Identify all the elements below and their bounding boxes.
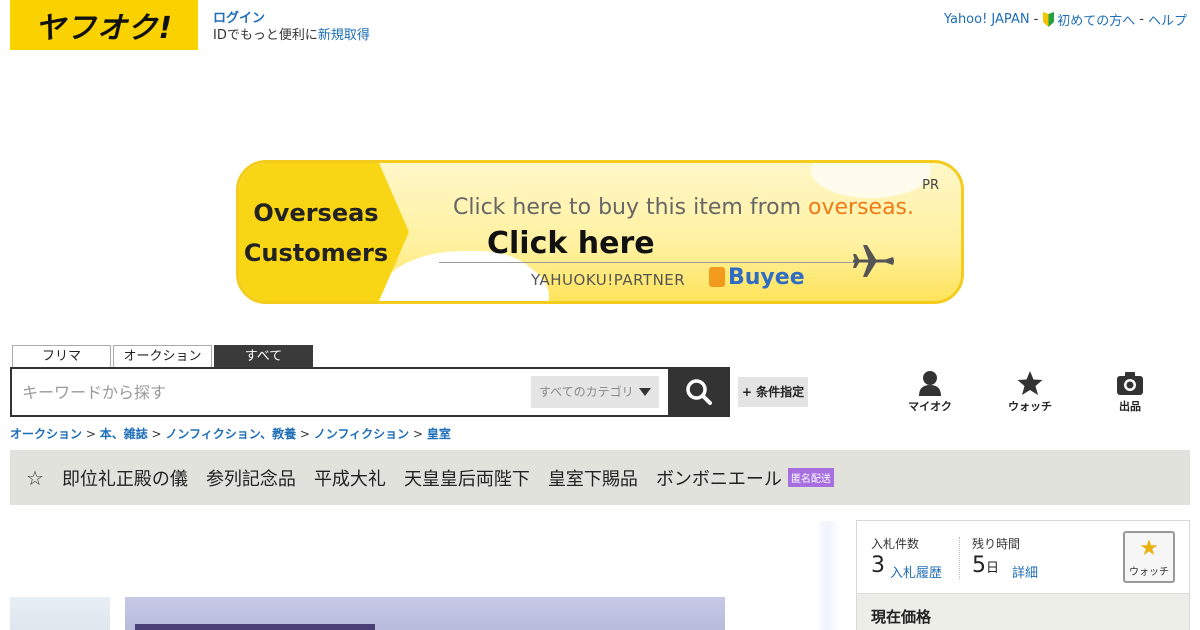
- separator: -: [1139, 12, 1144, 27]
- breadcrumb: オークション > 本、雑誌 > ノンフィクション、教養 > ノンフィクション >…: [10, 427, 451, 441]
- login-link[interactable]: ログイン: [213, 11, 265, 26]
- watch-list-label: ウォッチ: [1008, 400, 1052, 413]
- breadcrumb-item[interactable]: ノンフィクション: [314, 427, 409, 441]
- banner-headline-highlight: overseas.: [808, 195, 915, 220]
- item-thumbnail[interactable]: [10, 597, 110, 630]
- star-outline-icon[interactable]: ☆: [26, 466, 44, 490]
- banner-cta[interactable]: Click here: [487, 226, 655, 261]
- tag-link[interactable]: 天皇皇后両陛下: [404, 465, 530, 491]
- cloud-decoration: [811, 163, 931, 198]
- breadcrumb-item[interactable]: オークション: [10, 427, 82, 441]
- my-auction-label: マイオク: [908, 400, 952, 413]
- search-icon: [686, 379, 712, 405]
- current-price-header: 現在価格: [857, 593, 1189, 630]
- category-select[interactable]: すべてのカテゴリ: [531, 376, 659, 408]
- breadcrumb-item[interactable]: ノンフィクション、教養: [165, 427, 296, 441]
- time-left-number: 5: [972, 553, 986, 578]
- sell-label: 出品: [1119, 400, 1141, 413]
- banner-headline: Click here to buy this item from oversea…: [453, 195, 914, 220]
- tag-link[interactable]: 即位礼正殿の儀: [62, 465, 188, 491]
- search-bar: すべてのカテゴリ: [10, 367, 730, 417]
- search-type-tabs: フリマ オークション すべて: [12, 345, 313, 367]
- tab-all[interactable]: すべて: [214, 345, 313, 367]
- item-main-image[interactable]: [125, 597, 725, 630]
- banner-headline-text: Click here to buy this item from: [453, 195, 809, 220]
- buyee-brand-text: Buyee: [728, 265, 805, 290]
- beginners-link-label: 初めての方へ: [1057, 14, 1136, 29]
- time-left-unit: 日: [986, 561, 1000, 576]
- user-nav: マイオク ウォッチ 出品: [880, 370, 1180, 414]
- beginner-mark-icon: [1043, 12, 1055, 27]
- anonymous-shipping-badge: 匿名配送: [787, 468, 834, 487]
- star-icon: [1017, 371, 1043, 395]
- tab-auction[interactable]: オークション: [113, 345, 212, 367]
- tag-bar: ☆ 即位礼正殿の儀 参列記念品 平成大礼 天皇皇后両陛下 皇室下賜品 ボンボニエ…: [10, 450, 1190, 505]
- current-price-label: 現在価格: [871, 608, 932, 626]
- bid-history-link[interactable]: 入札履歴: [890, 562, 942, 581]
- tab-flea-market[interactable]: フリマ: [12, 345, 111, 367]
- beginners-link[interactable]: 初めての方へ: [1042, 10, 1135, 29]
- signup-link[interactable]: 新規取得: [318, 28, 370, 43]
- tag-link[interactable]: 皇室下賜品: [548, 465, 638, 491]
- search-input[interactable]: [22, 377, 522, 407]
- category-select-label: すべてのカテゴリ: [539, 385, 634, 399]
- help-link[interactable]: ヘルプ: [1148, 10, 1187, 29]
- watch-button[interactable]: ★ ウォッチ: [1123, 531, 1175, 583]
- breadcrumb-item[interactable]: 皇室: [427, 427, 451, 441]
- time-detail-link[interactable]: 詳細: [1012, 562, 1038, 581]
- user-icon: [919, 371, 941, 396]
- time-left-value: 5日: [972, 553, 999, 578]
- id-promo-text: IDでもっと便利に: [213, 28, 318, 43]
- search-button[interactable]: [668, 367, 730, 417]
- separator: -: [1033, 12, 1039, 27]
- camera-icon: [1117, 372, 1143, 395]
- item-image-detail: [135, 624, 375, 630]
- banner-left-line2: Customers: [243, 239, 389, 267]
- my-auction-button[interactable]: マイオク: [880, 370, 980, 414]
- sell-button[interactable]: 出品: [1080, 370, 1180, 414]
- star-icon: ★: [1139, 536, 1159, 561]
- bid-info-panel: 入札件数 3 入札履歴 残り時間 5日 詳細 ★ ウォッチ 現在価格: [856, 520, 1190, 630]
- banner-left-line1: Overseas: [253, 199, 379, 227]
- logo-text: ヤフオク!: [34, 11, 174, 46]
- tag-link[interactable]: ボンボニエール: [656, 465, 782, 491]
- overseas-buyee-banner[interactable]: Overseas Customers PR Click here to buy …: [236, 160, 964, 304]
- breadcrumb-item[interactable]: 本、雑誌: [100, 427, 148, 441]
- buyee-bag-icon: [709, 267, 725, 287]
- pr-label: PR: [922, 178, 939, 193]
- watch-button-label: ウォッチ: [1129, 567, 1169, 578]
- banner-left-panel: Overseas Customers: [239, 163, 409, 301]
- bid-count-value: 3: [871, 553, 885, 578]
- ad-space: [815, 521, 839, 630]
- airplane-icon: [853, 245, 894, 277]
- top-links: Yahoo! JAPAN - 初めての方へ - ヘルプ: [944, 10, 1187, 29]
- advanced-search-button[interactable]: + 条件指定: [738, 377, 808, 407]
- yahoo-japan-link[interactable]: Yahoo! JAPAN: [944, 12, 1030, 27]
- chevron-down-icon: [639, 388, 651, 396]
- yahuoku-logo[interactable]: ヤフオク!: [10, 0, 198, 50]
- watch-list-button[interactable]: ウォッチ: [980, 370, 1080, 414]
- partner-label: YAHUOKU!PARTNER: [531, 271, 686, 289]
- tag-link[interactable]: 参列記念品: [206, 465, 296, 491]
- bid-count-label: 入札件数: [871, 537, 920, 551]
- flight-line: [439, 262, 859, 263]
- tag-link[interactable]: 平成大礼: [314, 465, 386, 491]
- divider: [959, 537, 960, 579]
- buyee-logo: Buyee: [709, 265, 805, 290]
- login-box: ログイン IDでもっと便利に新規取得: [213, 10, 370, 44]
- time-left-label: 残り時間: [972, 537, 1021, 551]
